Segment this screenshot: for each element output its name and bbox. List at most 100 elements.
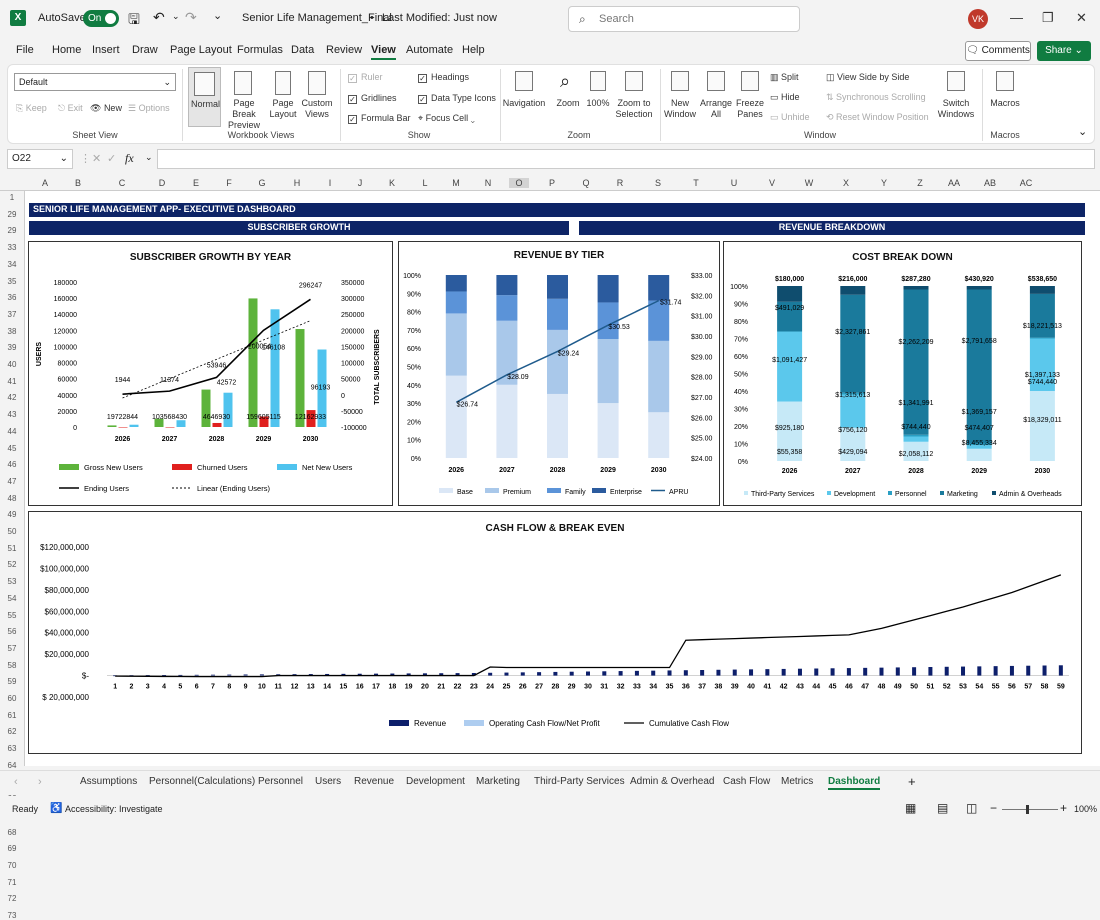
column-header[interactable]: P	[542, 178, 562, 188]
page-break-preview-button[interactable]: Page Break Preview	[222, 67, 266, 130]
row-header[interactable]: 68	[0, 828, 24, 837]
accessibility-status[interactable]: Accessibility: Investigate	[65, 804, 163, 814]
row-header[interactable]: 43	[0, 410, 24, 419]
row-header[interactable]: 52	[0, 560, 24, 569]
row-header[interactable]: 58	[0, 661, 24, 670]
tab-review[interactable]: Review	[326, 44, 362, 56]
next-sheet-icon[interactable]: ›	[38, 776, 42, 788]
column-header[interactable]: E	[186, 178, 206, 188]
zoom-level[interactable]: 100%	[1074, 804, 1097, 814]
enter-icon[interactable]: ✓	[107, 152, 116, 165]
macros-button[interactable]: Macros	[988, 67, 1022, 127]
ruler-checkbox[interactable]: ✓ Ruler	[348, 72, 383, 83]
row-header[interactable]: 45	[0, 444, 24, 453]
row-header[interactable]: 72	[0, 894, 24, 903]
normal-view-button[interactable]: Normal	[188, 67, 221, 127]
options-button[interactable]: ☰ Options	[128, 103, 170, 114]
gridlines-checkbox[interactable]: ✓ Gridlines	[348, 93, 397, 104]
unhide-button[interactable]: ▭ Unhide	[770, 112, 810, 123]
row-header[interactable]: 64	[0, 761, 24, 770]
data-type-icons-checkbox[interactable]: ✓ Data Type Icons	[418, 93, 496, 104]
comments-button[interactable]: 🗨 Comments	[965, 41, 1031, 61]
switch-windows-button[interactable]: Switch Windows	[936, 67, 976, 127]
column-header[interactable]: F	[219, 178, 239, 188]
column-header[interactable]: X	[836, 178, 856, 188]
redo-icon[interactable]: ↷	[185, 9, 197, 26]
customize-toolbar-icon[interactable]: ⌄	[213, 9, 222, 22]
search-box[interactable]: ⌕ Search	[568, 6, 800, 32]
restore-icon[interactable]: ❐	[1042, 10, 1054, 26]
row-header[interactable]: 1	[0, 193, 24, 202]
row-header[interactable]: 57	[0, 644, 24, 653]
row-header[interactable]: 44	[0, 427, 24, 436]
normal-view-icon[interactable]: ▦	[905, 801, 916, 815]
row-header[interactable]: 46	[0, 460, 24, 469]
row-header[interactable]: 54	[0, 594, 24, 603]
save-icon[interactable]: 🖫	[128, 9, 140, 33]
row-header[interactable]: 59	[0, 677, 24, 686]
row-header[interactable]: 42	[0, 393, 24, 402]
sheet-tab-users[interactable]: Users	[315, 776, 341, 787]
sheet-tab-development[interactable]: Development	[406, 776, 465, 787]
column-header[interactable]: N	[478, 178, 498, 188]
sheet-tab-revenue[interactable]: Revenue	[354, 776, 394, 787]
row-header[interactable]: 41	[0, 377, 24, 386]
row-header[interactable]: 70	[0, 861, 24, 870]
column-header[interactable]: G	[252, 178, 272, 188]
hide-button[interactable]: ▭ Hide	[770, 92, 800, 103]
column-header[interactable]: Z	[910, 178, 930, 188]
row-header[interactable]: 73	[0, 911, 24, 920]
name-box[interactable]: O22 ⌄	[7, 149, 73, 169]
tab-insert[interactable]: Insert	[92, 44, 120, 56]
column-header[interactable]: Q	[576, 178, 596, 188]
cancel-icon[interactable]: ✕	[92, 152, 101, 165]
column-header[interactable]: I	[320, 178, 340, 188]
row-header[interactable]: 36	[0, 293, 24, 302]
freeze-panes-button[interactable]: Freeze Panes	[734, 67, 766, 127]
column-header[interactable]: H	[287, 178, 307, 188]
zoom-slider-thumb[interactable]	[1026, 805, 1029, 814]
headings-checkbox[interactable]: ✓ Headings	[418, 72, 469, 83]
row-header[interactable]: 47	[0, 477, 24, 486]
column-header[interactable]: U	[724, 178, 744, 188]
new-window-button[interactable]: New Window	[664, 67, 696, 127]
exit-button[interactable]: ⎋ Exit	[58, 103, 83, 114]
row-header[interactable]: 50	[0, 527, 24, 536]
row-header[interactable]: 39	[0, 343, 24, 352]
new-sheet-view-button[interactable]: 👁 New	[90, 103, 122, 114]
insert-function-icon[interactable]: fx	[125, 151, 134, 166]
column-header[interactable]: AC	[1016, 178, 1036, 188]
sheet-tab-assumptions[interactable]: Assumptions	[80, 776, 137, 787]
row-header[interactable]: 63	[0, 744, 24, 753]
row-header[interactable]: 35	[0, 277, 24, 286]
keep-button[interactable]: ⎘ Keep	[16, 103, 47, 114]
zoom-slider[interactable]	[1002, 809, 1058, 810]
column-header[interactable]: AB	[980, 178, 1000, 188]
tab-data[interactable]: Data	[291, 44, 314, 56]
column-header[interactable]: M	[446, 178, 466, 188]
column-header[interactable]: D	[152, 178, 172, 188]
arrange-all-button[interactable]: Arrange All	[700, 67, 732, 127]
column-header[interactable]: V	[762, 178, 782, 188]
reset-window-position-button[interactable]: ⟲ Reset Window Position	[826, 112, 929, 123]
column-header[interactable]: A	[35, 178, 55, 188]
column-header[interactable]: S	[648, 178, 668, 188]
row-header[interactable]: 48	[0, 494, 24, 503]
row-header[interactable]: 29	[0, 210, 24, 219]
row-header[interactable]: 33	[0, 243, 24, 252]
sheet-tab-personnel-calculations[interactable]: Personnel(Calculations)	[149, 776, 255, 787]
row-header[interactable]: 40	[0, 360, 24, 369]
synchronous-scrolling-button[interactable]: ⇅ Synchronous Scrolling	[826, 92, 926, 103]
formula-input[interactable]	[157, 149, 1095, 169]
row-header[interactable]: 29	[0, 226, 24, 235]
focus-cell-button[interactable]: ⌖ Focus Cell ⌄	[418, 113, 475, 124]
row-header[interactable]: 53	[0, 577, 24, 586]
tab-file[interactable]: File	[16, 44, 34, 56]
add-sheet-icon[interactable]: +	[908, 774, 916, 789]
row-header[interactable]: 69	[0, 844, 24, 853]
sheet-tab-personnel[interactable]: Personnel	[258, 776, 303, 787]
row-header[interactable]: 61	[0, 711, 24, 720]
split-button[interactable]: ▥ Split	[770, 72, 799, 83]
row-header[interactable]: 37	[0, 310, 24, 319]
zoom-out-icon[interactable]: −	[990, 801, 997, 815]
